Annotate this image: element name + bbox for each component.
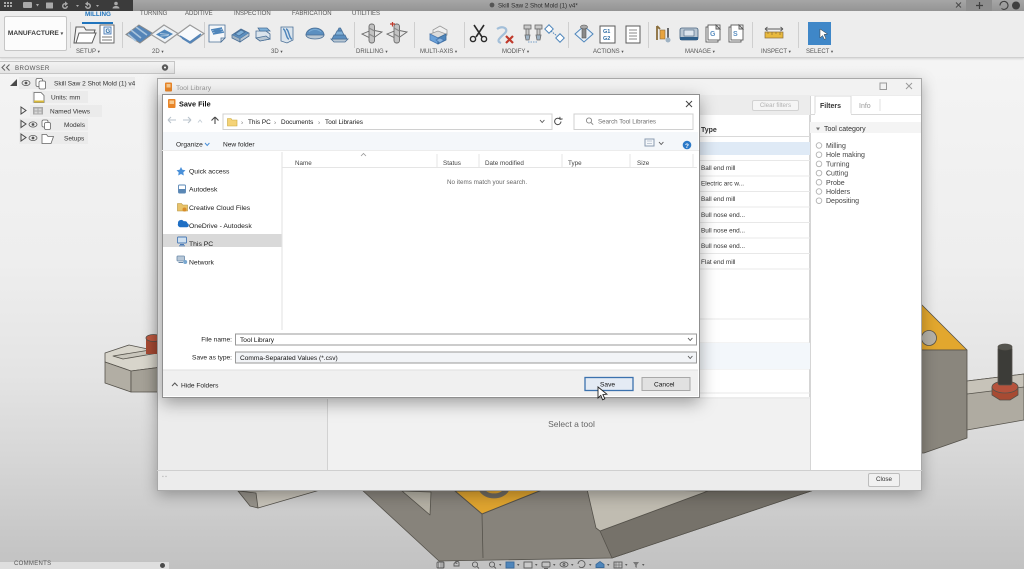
svg-text:Name: Name: [295, 160, 312, 167]
svg-text:Holders: Holders: [826, 189, 851, 196]
svg-text:Type: Type: [701, 127, 717, 134]
svg-text:Hole making: Hole making: [826, 152, 865, 159]
svg-text:Electric arc w...: Electric arc w...: [701, 181, 744, 188]
svg-text:G: G: [710, 31, 716, 38]
svg-text:Flat end mill: Flat end mill: [701, 259, 735, 266]
svg-text:Filters: Filters: [820, 103, 841, 110]
svg-text:›: ›: [241, 120, 243, 127]
svg-text:Cancel: Cancel: [654, 382, 675, 389]
svg-text:Models: Models: [64, 122, 86, 129]
svg-text:Comma-Separated Values (*.csv): Comma-Separated Values (*.csv): [240, 355, 338, 362]
svg-text:BROWSER: BROWSER: [15, 65, 50, 72]
svg-text:Hide Folders: Hide Folders: [181, 383, 219, 390]
svg-text:This PC: This PC: [189, 241, 213, 248]
svg-text:Skill Saw 2 Shot Mold (1) v4: Skill Saw 2 Shot Mold (1) v4: [54, 81, 136, 88]
svg-text:Type: Type: [568, 160, 582, 167]
svg-text:G: G: [106, 29, 111, 35]
svg-text:Save File: Save File: [179, 100, 211, 109]
svg-text:Save as type:: Save as type:: [192, 355, 232, 362]
svg-text:?: ?: [685, 143, 689, 150]
svg-text:New folder: New folder: [223, 142, 255, 149]
svg-text:Network: Network: [189, 260, 215, 267]
svg-text:Autodesk: Autodesk: [189, 187, 218, 194]
svg-text:G2: G2: [603, 36, 610, 42]
svg-text:OneDrive - Autodesk: OneDrive - Autodesk: [189, 223, 252, 230]
svg-text:Date modified: Date modified: [485, 160, 524, 167]
svg-text:Size: Size: [637, 160, 650, 167]
svg-text:Bull nose end...: Bull nose end...: [701, 212, 745, 219]
svg-text:Named Views: Named Views: [50, 109, 91, 116]
svg-text:Tool Libraries: Tool Libraries: [325, 119, 363, 126]
svg-text:Units: mm: Units: mm: [51, 95, 80, 102]
svg-text:File name:: File name:: [201, 337, 232, 344]
svg-text:Ball end mill: Ball end mill: [701, 196, 735, 203]
svg-text:Creative Cloud Files: Creative Cloud Files: [189, 205, 251, 212]
svg-text:G1: G1: [603, 29, 610, 35]
svg-text:Bull nose end...: Bull nose end...: [701, 228, 745, 235]
svg-text:Organize: Organize: [176, 142, 203, 149]
svg-text:Search Tool Libraries: Search Tool Libraries: [598, 119, 656, 126]
svg-text:Setups: Setups: [64, 136, 85, 143]
svg-text:This PC: This PC: [248, 119, 271, 126]
svg-text:Milling: Milling: [826, 143, 846, 150]
svg-text:Info: Info: [859, 103, 871, 110]
svg-text:Quick access: Quick access: [189, 169, 230, 176]
svg-text:Bull nose end...: Bull nose end...: [701, 243, 745, 250]
svg-text:S: S: [733, 31, 738, 38]
svg-text:Tool Library: Tool Library: [240, 337, 275, 344]
svg-text:Cutting: Cutting: [826, 171, 848, 178]
svg-text:Documents: Documents: [281, 119, 313, 126]
svg-text:›: ›: [274, 120, 276, 127]
svg-text:›: ›: [318, 120, 320, 127]
svg-text:Status: Status: [443, 160, 461, 167]
svg-text:Tool Library: Tool Library: [176, 85, 212, 92]
svg-text:Turning: Turning: [826, 161, 850, 168]
svg-text:Probe: Probe: [826, 180, 845, 187]
svg-text:Ball end mill: Ball end mill: [701, 165, 735, 172]
svg-text:No items match your search.: No items match your search.: [447, 179, 527, 186]
svg-text:Depositing: Depositing: [826, 198, 859, 205]
svg-text:Skill Saw 2 Shot Mold (1) v4*: Skill Saw 2 Shot Mold (1) v4*: [498, 2, 578, 9]
svg-text:Tool category: Tool category: [824, 126, 866, 133]
